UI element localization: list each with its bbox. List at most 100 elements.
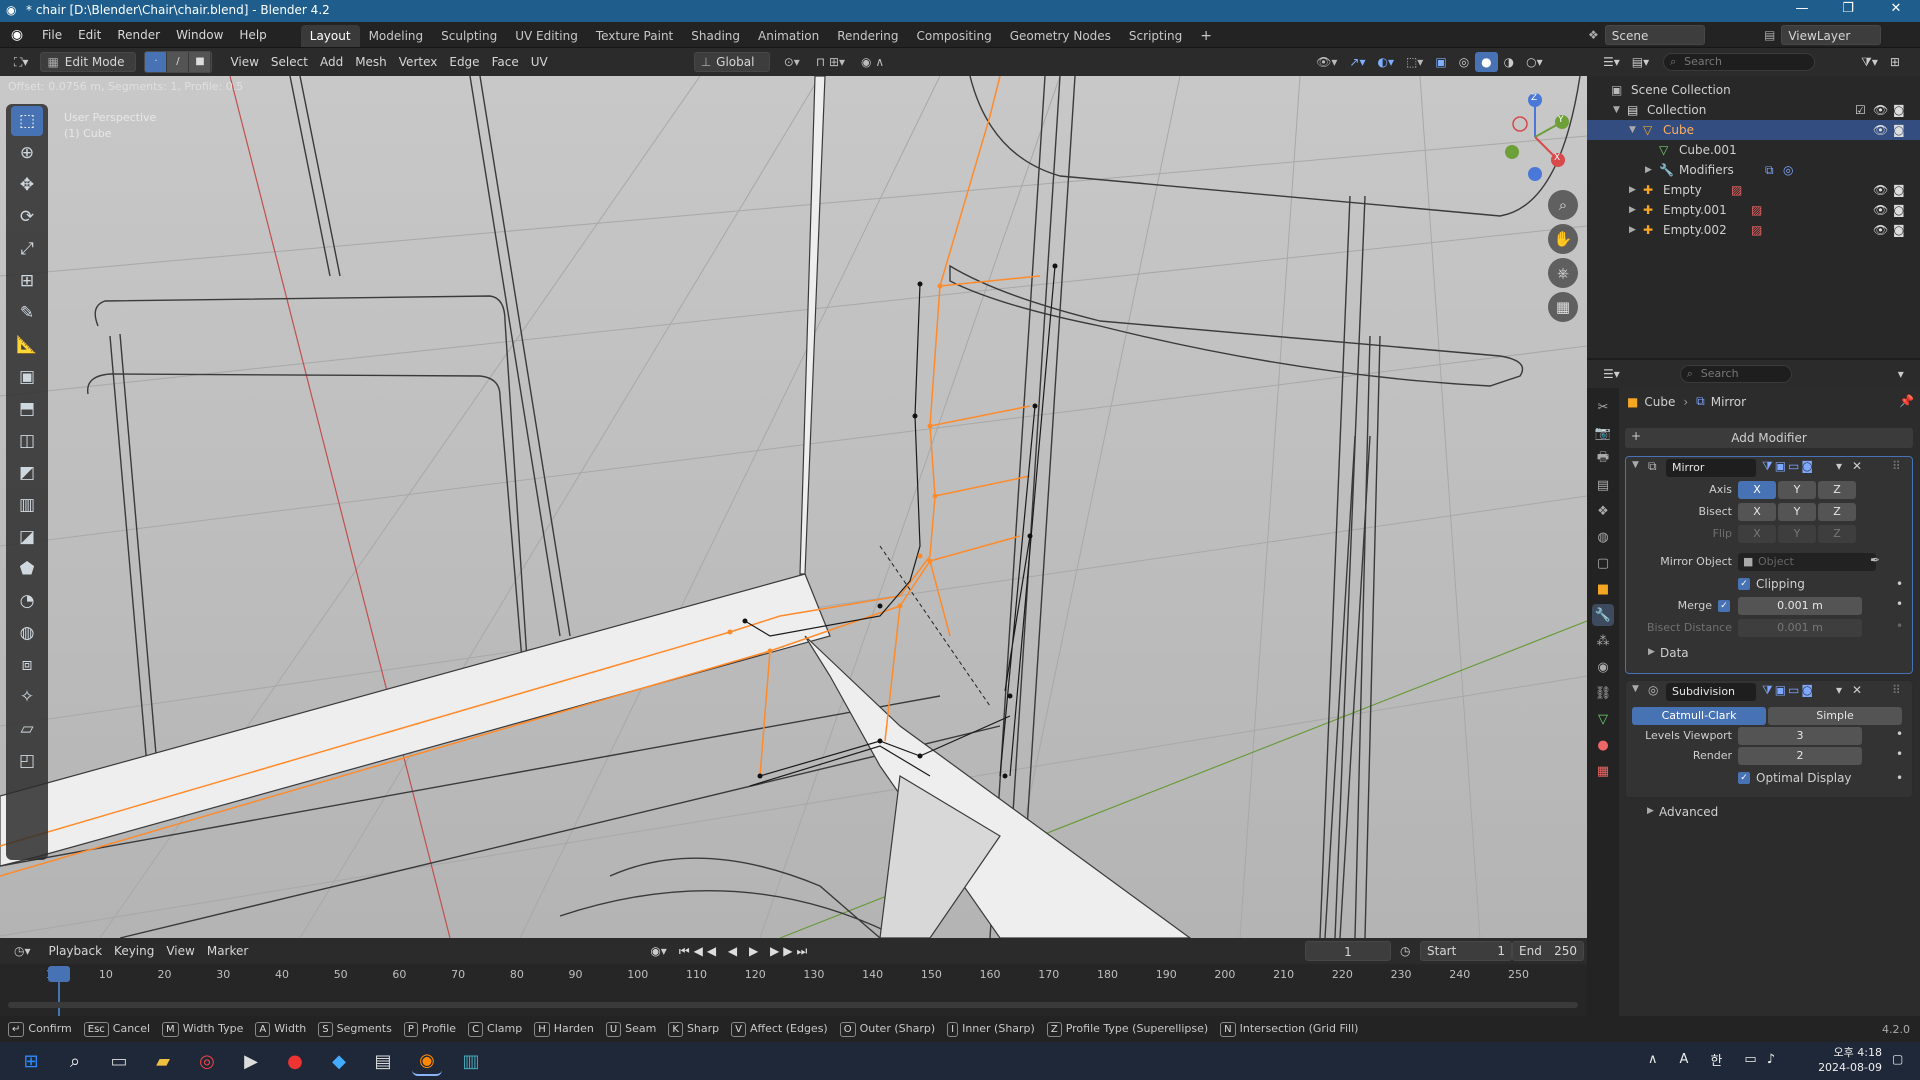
shear-tool-icon[interactable]: ▱	[11, 714, 43, 744]
subdivision-display-toggles-icon[interactable]: ⧩▣▭◙	[1762, 683, 1815, 698]
minimize-button[interactable]: —	[1782, 1, 1822, 16]
move-tool-icon[interactable]: ✥	[11, 170, 43, 200]
current-frame-field[interactable]: 1	[1305, 941, 1391, 961]
tool-tab-icon[interactable]: ✂	[1592, 396, 1614, 418]
header-menu-select[interactable]: Select	[265, 52, 314, 72]
view-layer-tab-icon[interactable]: ▤	[1592, 474, 1614, 496]
eyedropper-icon[interactable]: ✒	[1870, 553, 1880, 567]
add-workspace-icon[interactable]: +	[1191, 25, 1221, 47]
poly-build-tool-icon[interactable]: ⬟	[11, 554, 43, 584]
camera-icon[interactable]: ◙	[1893, 180, 1905, 200]
cursor-tool-icon[interactable]: ⊕	[11, 138, 43, 168]
blender-taskbar-icon[interactable]: ◉	[412, 1046, 442, 1076]
scene-tab-icon[interactable]: ❖	[1592, 500, 1614, 522]
bisect-x-toggle[interactable]: X	[1738, 503, 1776, 521]
add-cube-tool-icon[interactable]: ▣	[11, 362, 43, 392]
camera-icon[interactable]: ◙	[1893, 200, 1905, 220]
pivot-icon[interactable]: ⊙▾	[778, 52, 806, 72]
merge-distance-field[interactable]: 0.001 m	[1738, 597, 1862, 615]
timeline-menu-view[interactable]: View	[160, 941, 200, 961]
camera-view-icon[interactable]: ⎈	[1548, 258, 1578, 288]
expand-icon[interactable]: ▶	[1647, 806, 1654, 816]
modifier-menu-icon[interactable]: ▾	[1836, 459, 1842, 473]
camera-icon[interactable]: ◙	[1893, 220, 1905, 240]
header-menu-vertex[interactable]: Vertex	[393, 52, 444, 72]
viewlayer-selector[interactable]: ▤ ViewLayer	[1764, 25, 1882, 45]
volume-icon[interactable]: ♪	[1767, 1052, 1775, 1067]
properties-editor-icon[interactable]: ☰▾	[1597, 364, 1626, 384]
menu-file[interactable]: File	[34, 22, 70, 48]
file-explorer-icon[interactable]: ▰	[148, 1046, 178, 1076]
keyframe-dot-icon[interactable]: •	[1896, 727, 1903, 741]
rip-tool-icon[interactable]: ◰	[11, 746, 43, 776]
tab-uv-editing[interactable]: UV Editing	[506, 25, 587, 47]
terminal-icon[interactable]: ▤	[368, 1046, 398, 1076]
outliner-row-empty-002[interactable]: ▶ ✚ Empty.002 ▨ 👁 ◙	[1587, 220, 1920, 240]
material-shading-icon[interactable]: ◑	[1498, 52, 1520, 72]
outliner-editor-icon[interactable]: ☰▾	[1597, 52, 1626, 72]
advanced-subpanel[interactable]: ▶ Advanced	[1625, 802, 1913, 824]
tab-rendering[interactable]: Rendering	[828, 25, 907, 47]
rotate-tool-icon[interactable]: ⟳	[11, 202, 43, 232]
world-tab-icon[interactable]: ◍	[1592, 526, 1614, 548]
texture-tab-icon[interactable]: ▦	[1592, 760, 1614, 782]
modifier-menu-icon[interactable]: ▾	[1836, 683, 1842, 697]
header-menu-mesh[interactable]: Mesh	[349, 52, 393, 72]
material-tab-icon[interactable]: ●	[1592, 734, 1614, 756]
data-subpanel-label[interactable]: Data	[1660, 646, 1689, 660]
new-collection-icon[interactable]: ⊞	[1884, 52, 1906, 72]
mode-dropdown[interactable]: ▦ Edit Mode	[40, 52, 137, 72]
orientation-dropdown[interactable]: ⊥ Global	[693, 52, 770, 72]
bisect-y-toggle[interactable]: Y	[1778, 503, 1816, 521]
particles-tab-icon[interactable]: ⁂	[1592, 630, 1614, 652]
timeline-area[interactable]: 1102030405060708090100110120130140150160…	[0, 964, 1587, 1016]
proportional-edit-icon[interactable]: ◉ ∧	[855, 52, 890, 72]
camera-icon[interactable]: ◙	[1893, 120, 1905, 140]
render-levels-field[interactable]: 2	[1738, 747, 1862, 765]
xray-toggle-icon[interactable]: ▣	[1429, 52, 1452, 72]
tab-geometry-nodes[interactable]: Geometry Nodes	[1001, 25, 1120, 47]
render-tab-icon[interactable]: 📷	[1592, 422, 1614, 444]
timeline-menu-keying[interactable]: Keying	[108, 941, 160, 961]
timeline-scrollbar[interactable]	[8, 1002, 1578, 1008]
drag-handle-icon[interactable]: ⠿	[1892, 459, 1901, 473]
loop-cut-tool-icon[interactable]: ▥	[11, 490, 43, 520]
keyframe-dot-icon[interactable]: •	[1896, 771, 1903, 785]
rendered-shading-icon[interactable]: ○▾	[1520, 52, 1549, 72]
playhead[interactable]	[48, 966, 70, 982]
subdivision-name-field[interactable]: Subdivision	[1666, 683, 1756, 701]
viewlayer-name[interactable]: ViewLayer	[1781, 25, 1882, 45]
end-frame-field[interactable]: End 250	[1512, 941, 1584, 961]
menu-edit[interactable]: Edit	[70, 22, 109, 48]
notification-icon[interactable]: ▢	[1892, 1052, 1903, 1066]
eye-icon[interactable]: 👁	[1873, 180, 1888, 200]
scene-selector[interactable]: ❖ Scene	[1588, 25, 1705, 45]
navigation-gizmo[interactable]: Z Y X	[1490, 92, 1580, 182]
add-modifier-button[interactable]: + Add Modifier	[1625, 428, 1913, 448]
menu-window[interactable]: Window	[168, 22, 231, 48]
outliner-row-empty-001[interactable]: ▶ ✚ Empty.001 ▨ 👁 ◙	[1587, 200, 1920, 220]
windows-start-icon[interactable]: ⊞	[16, 1046, 46, 1076]
outliner-row-scene-collection[interactable]: ▣ Scene Collection	[1587, 80, 1920, 100]
header-menu-view[interactable]: View	[224, 52, 264, 72]
mirror-object-field[interactable]: ■ Object	[1738, 553, 1876, 571]
smooth-tool-icon[interactable]: ◍	[11, 618, 43, 648]
clock[interactable]: 오후 4:18 2024-08-09	[1812, 1045, 1882, 1075]
chrome-icon[interactable]: ◎	[192, 1046, 222, 1076]
tab-compositing[interactable]: Compositing	[907, 25, 1000, 47]
physics-tab-icon[interactable]: ◉	[1592, 656, 1614, 678]
visibility-icon[interactable]: 👁▾	[1310, 52, 1343, 72]
knife-tool-icon[interactable]: ◪	[11, 522, 43, 552]
vertex-select-icon[interactable]: ·	[145, 52, 168, 72]
search-icon[interactable]: ⌕	[60, 1046, 90, 1076]
inset-tool-icon[interactable]: ◫	[11, 426, 43, 456]
remove-modifier-icon[interactable]: ✕	[1852, 683, 1862, 697]
optimal-display-checkbox[interactable]: ✓ Optimal Display	[1738, 771, 1852, 785]
tray-expand-icon[interactable]: ∧	[1648, 1052, 1658, 1067]
edge-slide-tool-icon[interactable]: ⧈	[11, 650, 43, 680]
remove-modifier-icon[interactable]: ✕	[1852, 459, 1862, 473]
expand-icon[interactable]: ▶	[1629, 180, 1636, 200]
eye-icon[interactable]: 👁	[1873, 200, 1888, 220]
recorder-icon[interactable]: ●	[280, 1046, 310, 1076]
outliner-row-collection[interactable]: ▼ ▤ Collection ☑ 👁 ◙	[1587, 100, 1920, 120]
